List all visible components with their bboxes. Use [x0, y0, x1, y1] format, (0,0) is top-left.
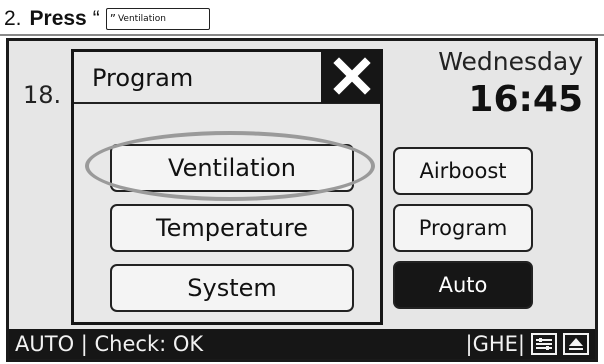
status-bar: AUTO | Check: OK |GHE|	[9, 329, 595, 359]
preview-quote: ”	[109, 12, 116, 26]
press-label: Press	[29, 7, 87, 30]
device-screen: 18. Wednesday 16:45 Airboost Program Aut…	[6, 38, 598, 362]
sliders-icon-svg	[536, 338, 552, 350]
instruction-line: 2. Press “ ” Ventilation	[4, 6, 210, 32]
program-button[interactable]: Program	[393, 204, 533, 252]
open-quote: “	[92, 7, 100, 30]
program-dialog: Program Ventilation Temperature System	[71, 49, 383, 325]
sliders-icon[interactable]	[531, 333, 557, 355]
ventilation-button[interactable]: Ventilation	[110, 144, 354, 192]
preview-label: Ventilation	[117, 14, 166, 24]
close-x-icon	[333, 57, 371, 95]
clock-time: 16:45	[468, 79, 583, 120]
close-button[interactable]	[321, 49, 383, 103]
day-label: Wednesday	[438, 47, 583, 76]
auto-button[interactable]: Auto	[393, 261, 533, 309]
status-right: |GHE|	[466, 332, 589, 356]
ventilation-button-preview: ” Ventilation	[105, 8, 210, 30]
step-number: 2.	[4, 7, 22, 30]
status-text: AUTO | Check: OK	[15, 332, 204, 356]
temperature-button[interactable]: Temperature	[110, 204, 354, 252]
dialog-title: Program	[92, 64, 194, 92]
divider-line	[0, 34, 604, 36]
status-right-text: |GHE|	[465, 332, 525, 356]
temperature-readout: 18.	[23, 81, 62, 109]
system-button[interactable]: System	[110, 264, 354, 312]
eject-icon-svg	[569, 338, 583, 350]
airboost-button[interactable]: Airboost	[393, 147, 533, 195]
eject-icon[interactable]	[563, 333, 589, 355]
